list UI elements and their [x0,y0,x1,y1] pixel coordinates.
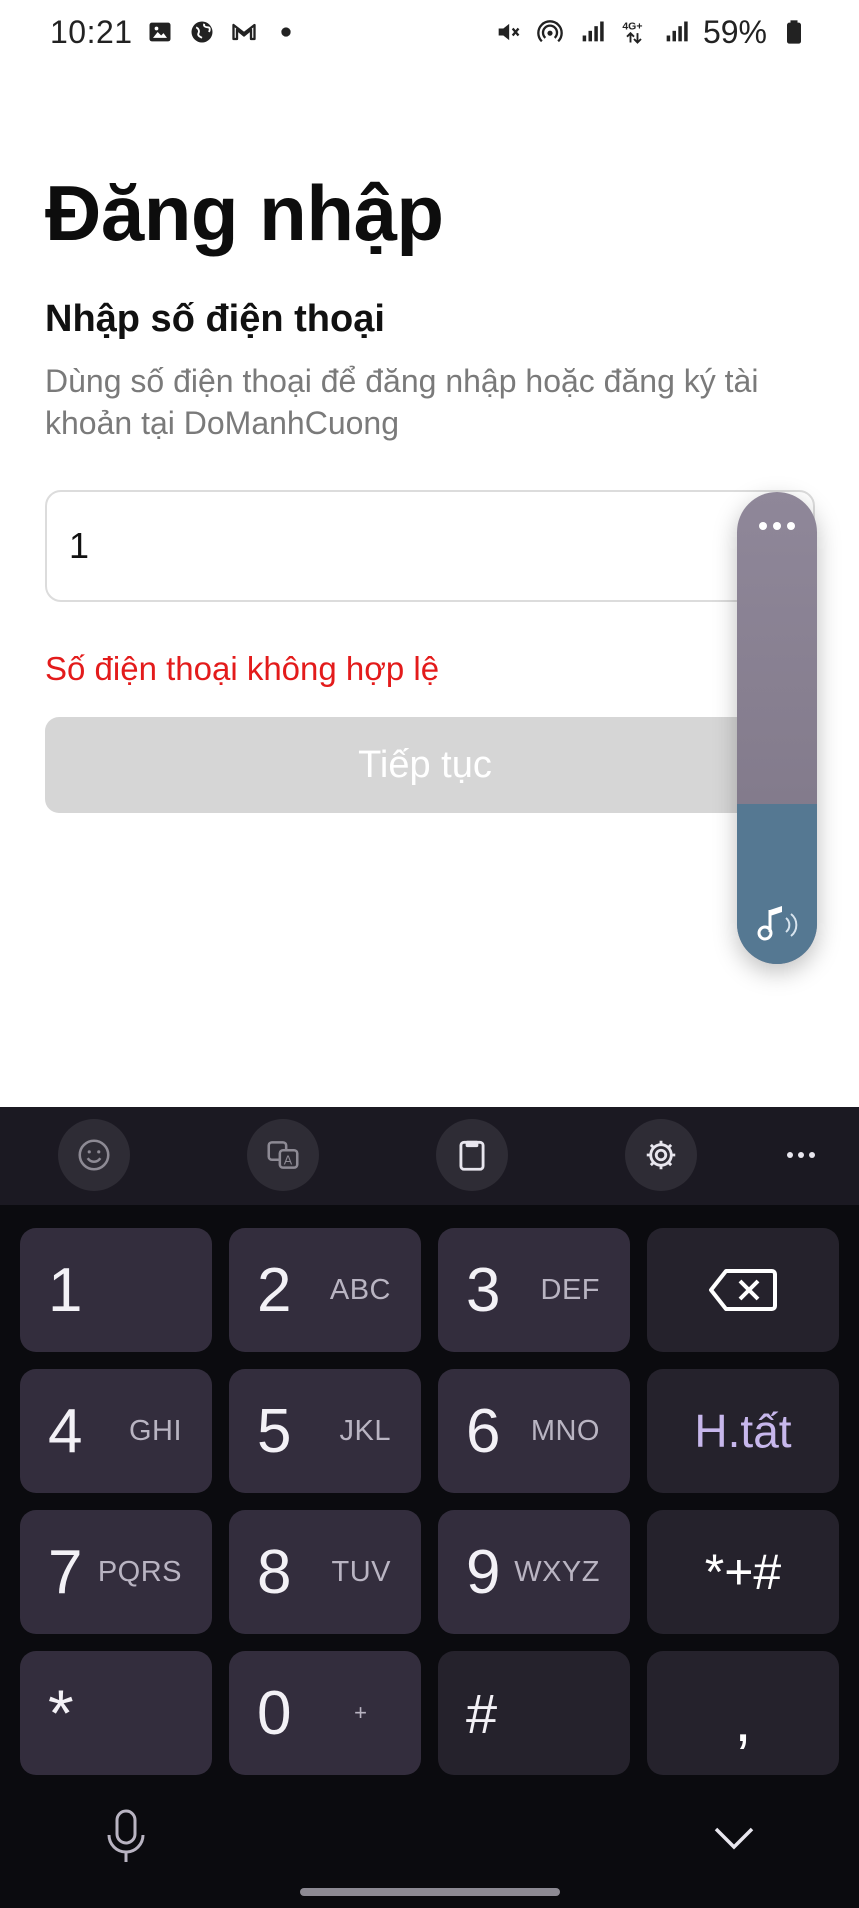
key-8[interactable]: 8 TUV [229,1510,421,1634]
key-digit: 2 [257,1255,292,1325]
hotspot-icon [535,17,565,47]
key-digit: 5 [257,1396,292,1466]
backspace-icon [709,1269,777,1311]
key-2[interactable]: 2 ABC [229,1228,421,1352]
gallery-icon [145,17,175,47]
key-letters: GHI [128,1414,182,1447]
svg-text:4G+: 4G+ [622,21,642,33]
key-digit: * [48,1676,74,1750]
key-letters: ABC [329,1273,391,1306]
music-note-icon [737,902,817,946]
signal-icon-2 [661,17,691,47]
home-indicator[interactable] [300,1888,560,1896]
phone-input[interactable] [69,525,669,567]
volume-more-icon[interactable] [737,522,817,530]
key-digit: 6 [466,1396,501,1466]
key-3[interactable]: 3 DEF [438,1228,630,1352]
more-icon[interactable] [771,1119,831,1191]
key-digit: 9 [466,1537,501,1607]
svg-text:A: A [284,1154,293,1168]
section-title: Nhập số điện thoại [45,298,385,340]
key-digit: 7 [48,1537,83,1607]
error-message: Số điện thoại không hợp lệ [45,650,440,687]
status-right: 4G+ 59% [493,14,809,51]
microphone-icon[interactable] [100,1807,152,1867]
done-key[interactable]: H.tất [647,1369,839,1493]
battery-percent: 59% [702,13,767,50]
volume-panel[interactable] [737,492,817,964]
globe-icon [187,17,217,47]
key-digit: 0 [257,1678,292,1748]
key-1[interactable]: 1 [20,1228,212,1352]
signal-icon [577,17,607,47]
network-4g-icon: 4G+ [619,17,649,47]
settings-icon[interactable] [625,1119,697,1191]
key-6[interactable]: 6 MNO [438,1369,630,1493]
status-left: 10:21 [50,14,301,51]
key-digit: 8 [257,1537,292,1607]
backspace-key[interactable] [647,1228,839,1352]
chevron-down-icon[interactable] [708,1819,760,1859]
comma-key[interactable]: , [647,1651,839,1775]
key-digit: 3 [466,1255,501,1325]
translate-icon[interactable]: A [247,1119,319,1191]
page-title: Đăng nhập [45,169,444,257]
key-letters: TUV [331,1555,391,1588]
status-bar: 10:21 4G+ 59% [0,0,859,64]
key-digit: # [466,1681,498,1745]
key-letters: + [354,1700,367,1725]
key-9[interactable]: 9 WXYZ [438,1510,630,1634]
key-digit: 4 [48,1396,83,1466]
key-5[interactable]: 5 JKL [229,1369,421,1493]
key-letters: WXYZ [514,1555,600,1588]
key-star[interactable]: * [20,1651,212,1775]
key-digit: 1 [48,1255,83,1325]
continue-button[interactable]: Tiếp tục [45,717,815,813]
battery-icon [779,17,809,47]
clock: 10:21 [50,13,133,50]
key-letters: PQRS [97,1555,182,1588]
done-key-label: H.tất [694,1405,792,1457]
key-letters: DEF [540,1273,600,1306]
keyboard-toolbar: A [0,1107,859,1205]
dot-icon [271,17,301,47]
key-0[interactable]: 0 + [229,1651,421,1775]
key-hash[interactable]: # [438,1651,630,1775]
comma-key-label: , [734,1685,752,1755]
description-text: Dùng số điện thoại để đăng nhập hoặc đăn… [45,363,759,441]
mute-icon [493,17,523,47]
symbols-key-label: *+# [704,1544,782,1600]
clipboard-icon[interactable] [436,1119,508,1191]
keyboard: A 1 2 ABC 3 DEF 4 GHI 5 JKL 6 MNO H.tất … [0,1107,859,1908]
symbols-key[interactable]: *+# [647,1510,839,1634]
key-7[interactable]: 7 PQRS [20,1510,212,1634]
key-letters: JKL [339,1414,391,1447]
phone-field[interactable] [45,490,815,602]
gmail-icon [229,17,259,47]
key-4[interactable]: 4 GHI [20,1369,212,1493]
key-letters: MNO [530,1414,600,1447]
emoji-icon[interactable] [58,1119,130,1191]
